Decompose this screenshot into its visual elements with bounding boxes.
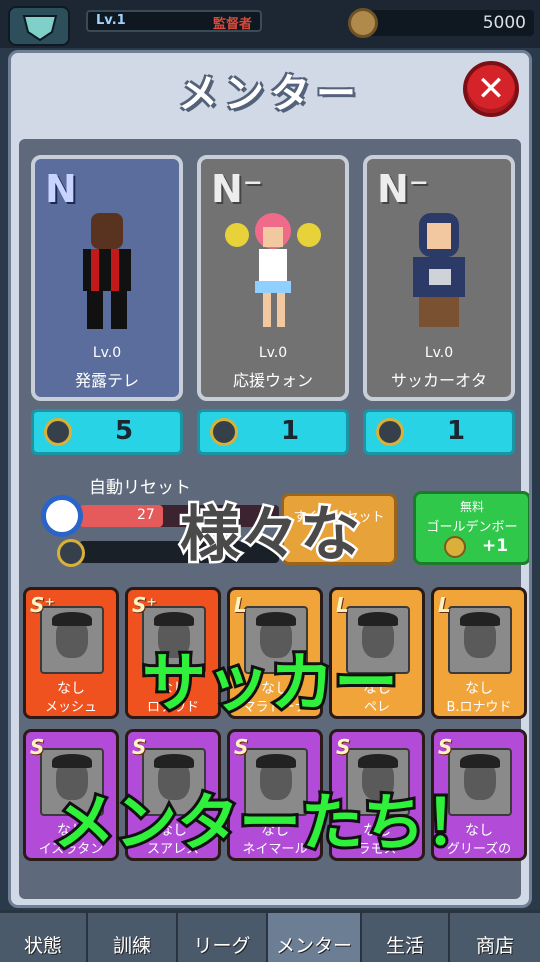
tier-badge: S xyxy=(132,735,147,759)
recruit-button[interactable]: 1 xyxy=(363,409,515,455)
otaku-sprite-icon xyxy=(413,213,465,327)
modal-title: メンター xyxy=(178,71,362,117)
coin-counter: 5000 xyxy=(348,8,534,38)
tab-status[interactable]: 状態 xyxy=(0,913,88,962)
tab-label: リーグ xyxy=(193,935,251,957)
tab-label: 生活 xyxy=(385,935,424,957)
tier-badge: L xyxy=(336,593,349,617)
bottom-nav: 状態 訓練 リーグ メンター 生活 商店 xyxy=(0,910,540,962)
recruit-cost: 1 xyxy=(280,416,300,446)
tab-label: 状態 xyxy=(23,935,62,957)
recruit-button[interactable]: 5 xyxy=(31,409,183,455)
close-button[interactable]: ✕ xyxy=(463,61,519,117)
tab-label: 訓練 xyxy=(112,935,151,957)
shield-emblem-icon xyxy=(22,15,58,42)
tab-label: 商店 xyxy=(475,935,514,957)
promo-caption-line1: 様々な xyxy=(178,498,363,573)
team-logo[interactable] xyxy=(8,6,70,46)
tier-badge: L xyxy=(438,593,451,617)
tab-mentor[interactable]: メンター xyxy=(268,913,362,962)
tab-life[interactable]: 生活 xyxy=(362,913,450,962)
recruit-cost: 1 xyxy=(446,416,466,446)
promo-caption-line3: メンターたち！ xyxy=(50,783,490,862)
tier-badge: S xyxy=(336,735,351,759)
mentor-name: サッカーオタ xyxy=(390,371,487,390)
level-label: Lv.1 xyxy=(96,13,126,28)
mentor-card[interactable]: N⁻ Lv.0 サッカーオタ xyxy=(363,155,515,401)
mentor-level: Lv.0 xyxy=(92,345,122,361)
level-bar: Lv.1 監督者 xyxy=(86,10,262,32)
close-icon: ✕ xyxy=(476,69,506,109)
mentor-card[interactable]: N⁻ Lv.0 応援ウォン xyxy=(197,155,349,401)
tier-badge: S xyxy=(30,735,45,759)
golden-ball-icon xyxy=(210,418,238,446)
tier-badge: L xyxy=(234,593,247,617)
mentor-card[interactable]: N Lv.0 発露テレ xyxy=(31,155,183,401)
tab-training[interactable]: 訓練 xyxy=(88,913,178,962)
tier-badge: S⁺ xyxy=(30,593,55,617)
top-status-bar: Lv.1 監督者 5000 xyxy=(0,0,540,48)
promo-caption-line2: サッカー xyxy=(139,644,401,724)
cheerleader-sprite-icon xyxy=(225,213,321,327)
tier-badge: S xyxy=(438,735,453,759)
tab-shop[interactable]: 商店 xyxy=(450,913,540,962)
rank-label: 監督者 xyxy=(212,17,252,32)
mentor-sprite-icon xyxy=(83,213,131,329)
tier-badge: S⁺ xyxy=(132,593,157,617)
mentor-level: Lv.0 xyxy=(258,345,288,361)
recruit-cost: 5 xyxy=(114,416,134,446)
mentor-name: 応援ウォン xyxy=(232,371,313,390)
golden-ball-icon xyxy=(44,418,72,446)
coin-icon xyxy=(348,8,378,38)
golden-ball-icon xyxy=(376,418,404,446)
tab-league[interactable]: リーグ xyxy=(178,913,268,962)
recruit-button[interactable]: 1 xyxy=(197,409,349,455)
mentor-name: 発露テレ xyxy=(74,371,139,390)
mentor-level: Lv.0 xyxy=(424,345,454,361)
tier-badge: S xyxy=(234,735,249,759)
tab-label: メンター xyxy=(275,935,352,957)
coin-value: 5000 xyxy=(482,13,526,33)
